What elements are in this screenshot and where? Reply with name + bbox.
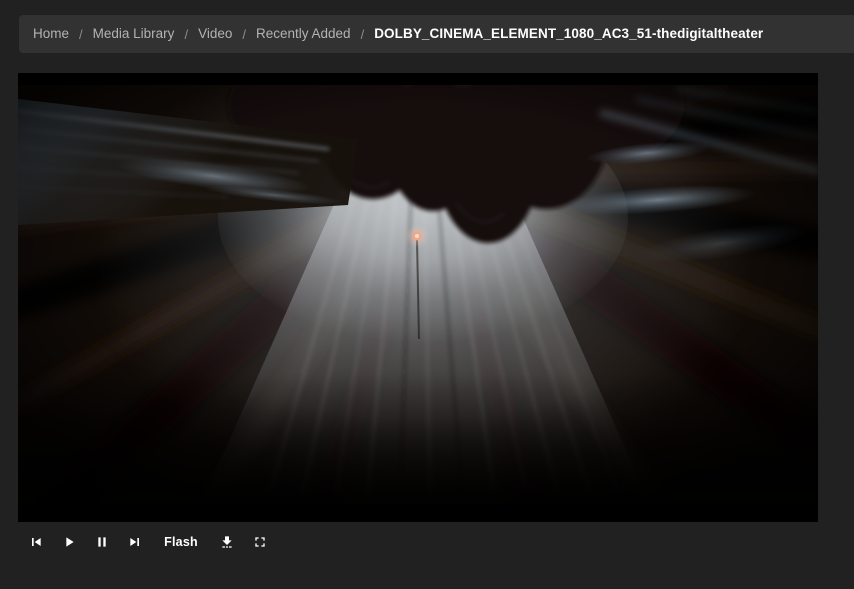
fullscreen-button[interactable] — [248, 530, 272, 554]
breadcrumb-item-video[interactable]: Video — [198, 15, 232, 53]
breadcrumb-separator: / — [361, 27, 365, 42]
skip-next-button[interactable] — [123, 530, 147, 554]
skip-previous-icon — [28, 534, 44, 550]
breadcrumb-separator: / — [79, 27, 83, 42]
breadcrumb-item-current-title: DOLBY_CINEMA_ELEMENT_1080_AC3_51-thedigi… — [374, 15, 763, 53]
skip-next-icon — [127, 534, 143, 550]
pause-icon — [94, 534, 110, 550]
video-still-image — [18, 73, 818, 522]
download-icon — [219, 534, 235, 550]
breadcrumb: Home / Media Library / Video / Recently … — [19, 15, 854, 53]
skip-previous-button[interactable] — [24, 530, 48, 554]
breadcrumb-item-media-library[interactable]: Media Library — [93, 15, 175, 53]
breadcrumb-item-recently-added[interactable]: Recently Added — [256, 15, 351, 53]
download-button[interactable] — [215, 530, 239, 554]
flash-button[interactable]: Flash — [160, 530, 202, 554]
play-button[interactable] — [57, 530, 81, 554]
video-frame[interactable] — [18, 73, 818, 522]
breadcrumb-item-home[interactable]: Home — [33, 15, 69, 53]
breadcrumb-separator: / — [242, 27, 246, 42]
fullscreen-icon — [252, 534, 268, 550]
play-icon — [61, 534, 77, 550]
pause-button[interactable] — [90, 530, 114, 554]
letterbox-top — [18, 73, 818, 85]
breadcrumb-separator: / — [184, 27, 188, 42]
player-controls: Flash — [18, 528, 272, 556]
letterbox-bottom — [18, 505, 818, 522]
